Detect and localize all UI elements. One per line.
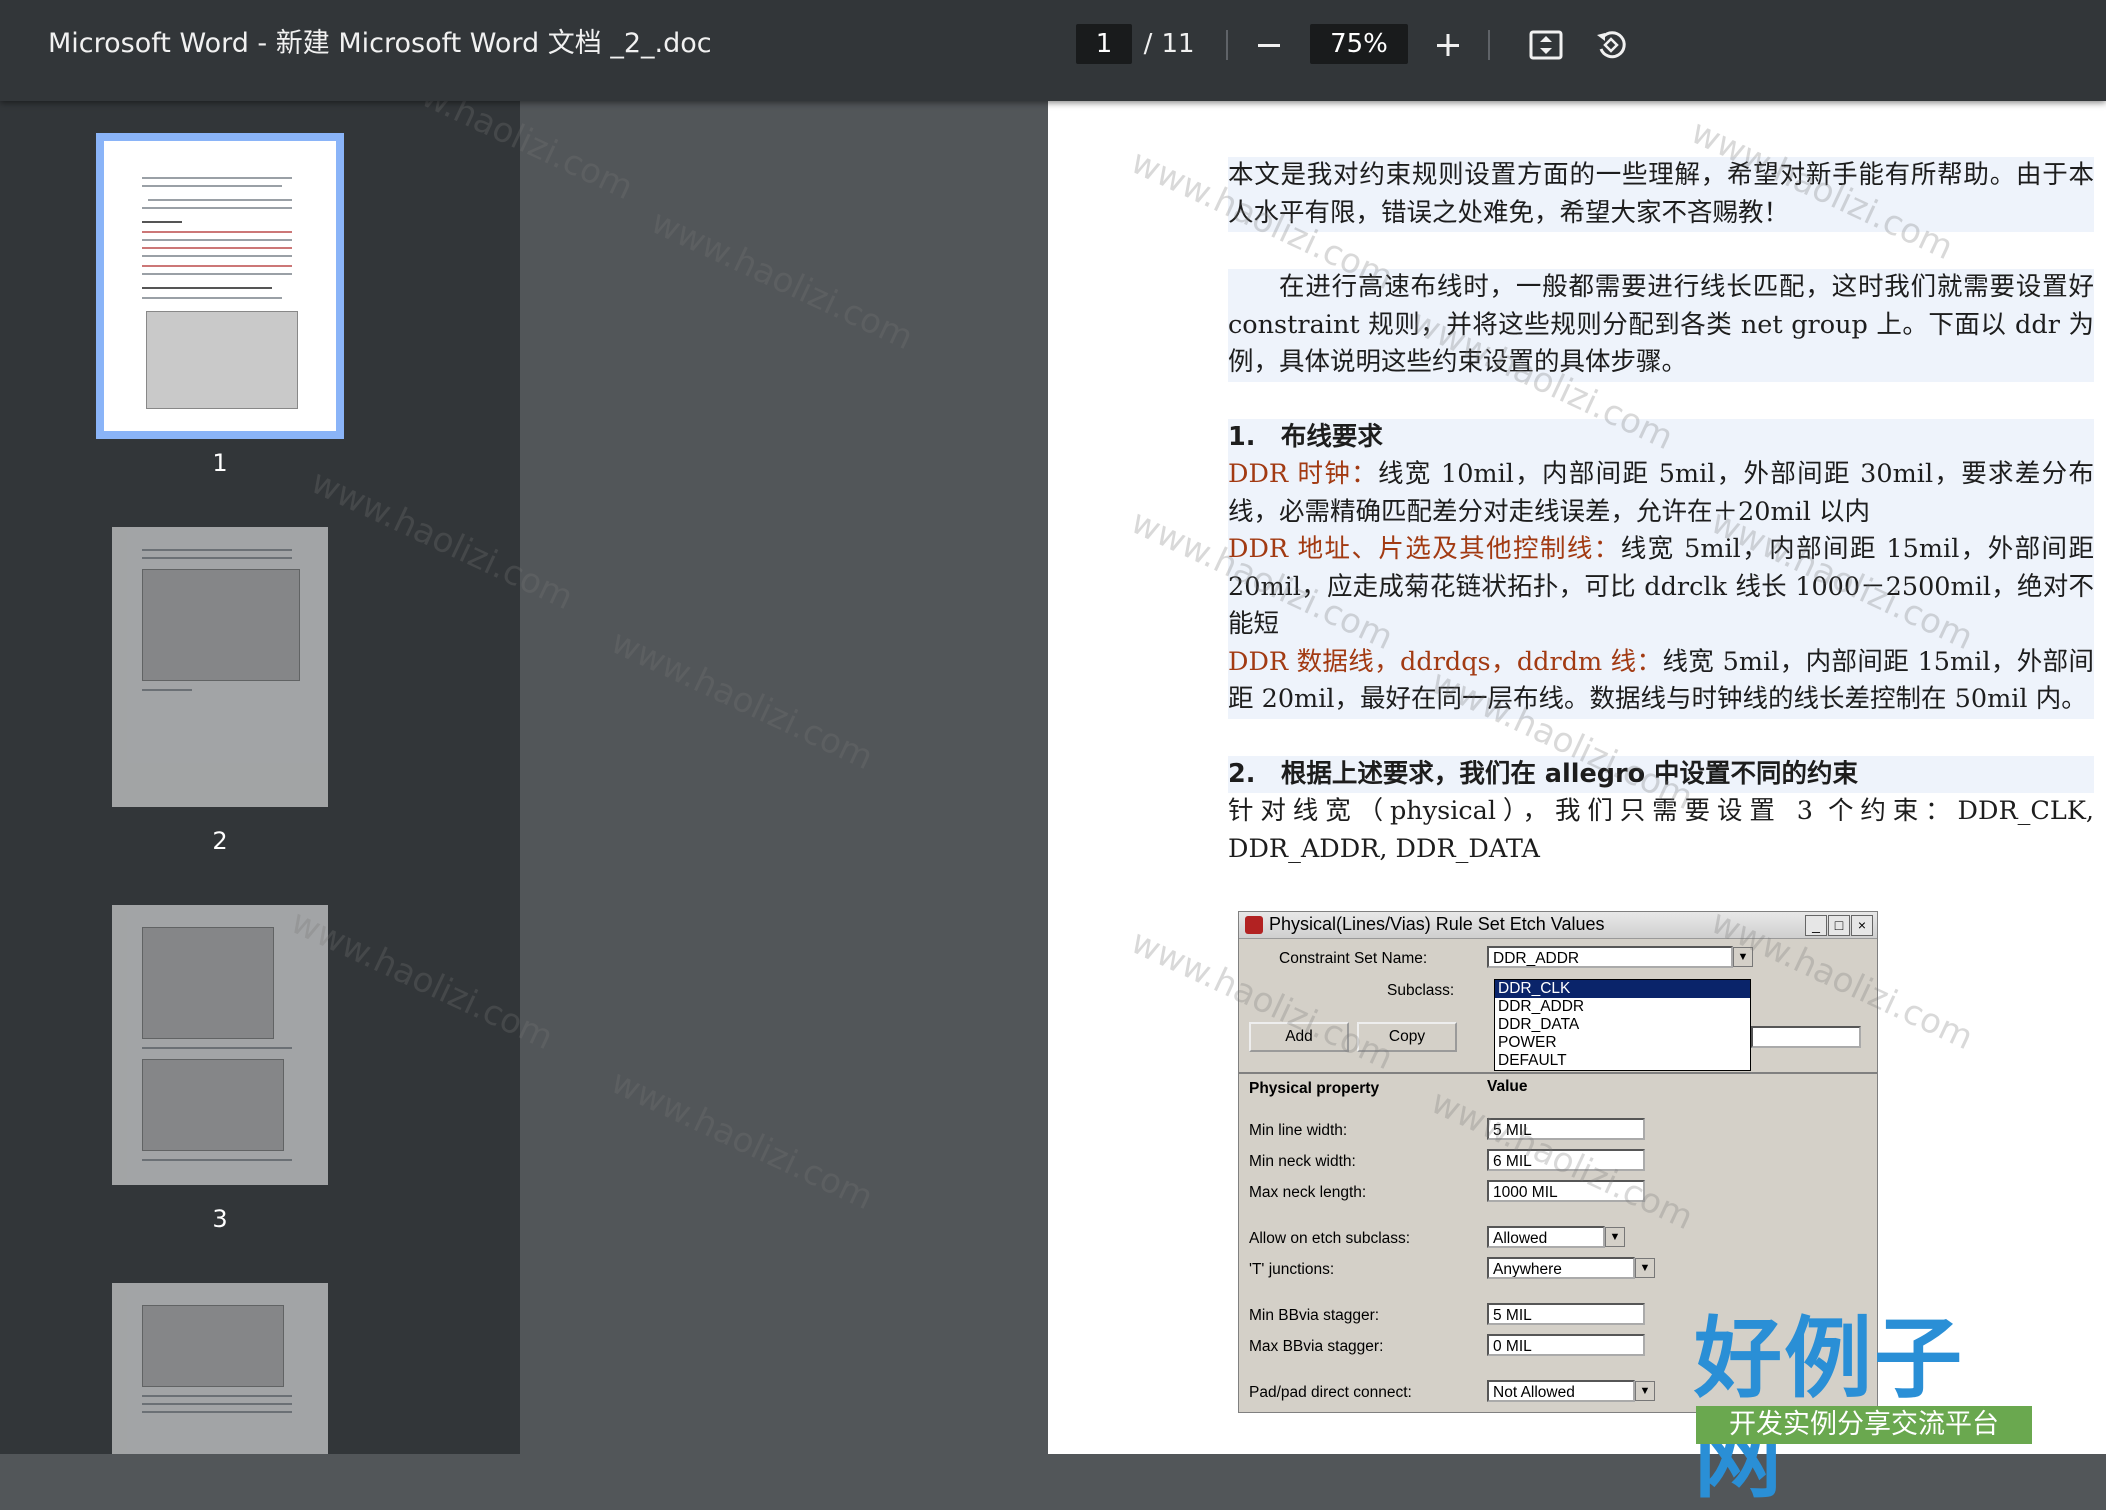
site-logo: 好例子网 开发实例分享交流平台 (1694, 1308, 2034, 1508)
page-content: 本文是我对约束规则设置方面的一些理解，希望对新手能有所帮助。由于本人水平有限，错… (1228, 157, 2094, 868)
constraint-set-field: DDR_ADDR (1487, 946, 1733, 968)
logo-sub-text: 开发实例分享交流平台 (1696, 1406, 2032, 1444)
property-label: Allow on etch subclass: (1249, 1230, 1411, 1247)
ddr-address-requirement: DDR 地址、片选及其他控制线：线宽 5mil，内部间距 15mil，外部间距 … (1228, 531, 2094, 644)
current-page-input[interactable]: 1 (1076, 24, 1132, 64)
intro-paragraph: 本文是我对约束规则设置方面的一些理解，希望对新手能有所帮助。由于本人水平有限，错… (1228, 157, 2094, 232)
thumbnail-page-1[interactable] (96, 133, 344, 439)
dialog-separator (1239, 1072, 1877, 1074)
property-value: 1000 MIL (1487, 1180, 1645, 1202)
constraint-set-label: Constraint Set Name: (1279, 950, 1428, 967)
zoom-out-button[interactable] (1246, 22, 1292, 68)
column-header-property: Physical property (1249, 1080, 1380, 1097)
dropdown-option: POWER (1498, 1034, 1557, 1051)
heading-allegro-constraints: 2. 根据上述要求，我们在 allegro 中设置不同的约束 (1228, 755, 2094, 793)
toolbar-divider (1226, 30, 1228, 60)
chevron-down-icon: ▼ (1605, 1227, 1625, 1247)
dropdown-option: DDR_CLK (1495, 980, 1750, 998)
ddr-clock-label: DDR 时钟： (1228, 459, 1378, 489)
plus-icon (1437, 34, 1459, 56)
toolbar-divider (1488, 30, 1490, 60)
column-header-value: Value (1487, 1078, 1528, 1095)
thumbnail-sidebar: 1 2 3 4 (0, 101, 520, 1454)
minus-icon (1258, 44, 1280, 47)
ddr-data-requirement: DDR 数据线，ddrdqs，ddrdm 线：线宽 5mil，内部间距 15mi… (1228, 643, 2094, 719)
thumbnail-label-1: 1 (212, 449, 228, 477)
zoom-input[interactable]: 75% (1310, 24, 1408, 64)
property-value: 5 MIL (1487, 1118, 1645, 1140)
dropdown-option: DEFAULT (1498, 1052, 1567, 1069)
property-value: 6 MIL (1487, 1149, 1645, 1171)
thumbnail-label-2: 2 (212, 827, 228, 855)
property-label: Min BBvia stagger: (1249, 1307, 1380, 1324)
document-title: Microsoft Word - 新建 Microsoft Word 文档 _2… (48, 28, 712, 59)
total-pages: 11 (1161, 29, 1195, 59)
property-label: Max neck length: (1249, 1184, 1367, 1201)
paragraph-overview: 在进行高速布线时，一般都需要进行线长匹配，这时我们就需要设置好 constrai… (1228, 269, 2094, 382)
constraint-set-dropdown-list: DDR_CLK DDR_ADDR DDR_DATA POWER DEFAULT (1494, 979, 1751, 1071)
chevron-down-icon: ▼ (1733, 947, 1753, 967)
app-icon (1245, 916, 1263, 934)
thumbnail-page-4[interactable] (112, 1283, 328, 1454)
fit-to-page-button[interactable] (1523, 22, 1569, 68)
ddr-clock-requirement: DDR 时钟：线宽 10mil，内部间距 5mil，外部间距 30mil，要求差… (1228, 456, 2094, 531)
thumbnail-page-3[interactable] (112, 905, 328, 1185)
dropdown-option: DDR_DATA (1498, 1016, 1580, 1033)
ddr-address-label: DDR 地址、片选及其他控制线： (1228, 534, 1621, 564)
dialog-title: Physical(Lines/Vias) Rule Set Etch Value… (1269, 914, 1605, 934)
dropdown-option: DDR_ADDR (1498, 998, 1585, 1015)
property-label: Max BBvia stagger: (1249, 1338, 1384, 1355)
fit-to-page-icon (1529, 30, 1563, 60)
close-icon: × (1851, 915, 1873, 936)
chevron-down-icon: ▼ (1635, 1381, 1655, 1401)
property-label: Min neck width: (1249, 1153, 1356, 1170)
thumbnail-page-2[interactable] (112, 527, 328, 807)
property-value: Not Allowed (1487, 1380, 1635, 1402)
name-field (1751, 1026, 1861, 1048)
property-value: Allowed (1487, 1226, 1605, 1248)
thumbnail-label-3: 3 (212, 1205, 228, 1233)
pdf-toolbar: Microsoft Word - 新建 Microsoft Word 文档 _2… (0, 0, 2106, 101)
property-value: 5 MIL (1487, 1303, 1645, 1325)
rotate-icon (1597, 31, 1626, 59)
copy-button: Copy (1357, 1022, 1457, 1052)
rotate-button[interactable] (1588, 22, 1634, 68)
zoom-in-button[interactable] (1425, 22, 1471, 68)
property-value: 0 MIL (1487, 1334, 1645, 1356)
ddr-data-label: DDR 数据线，ddrdqs，ddrdm 线： (1228, 646, 1663, 677)
property-label: Pad/pad direct connect: (1249, 1384, 1412, 1401)
property-label: 'T' junctions: (1249, 1261, 1335, 1278)
heading-routing-requirements: 1. 布线要求 (1228, 418, 2094, 456)
minimize-icon: _ (1805, 915, 1827, 936)
add-button: Add (1249, 1022, 1349, 1052)
property-label: Min line width: (1249, 1122, 1348, 1139)
document-page: 本文是我对约束规则设置方面的一些理解，希望对新手能有所帮助。由于本人水平有限，错… (1048, 101, 2106, 1454)
maximize-icon: □ (1828, 915, 1850, 936)
property-value: Anywhere (1487, 1257, 1635, 1279)
subclass-label: Subclass: (1387, 982, 1455, 999)
dialog-titlebar: Physical(Lines/Vias) Rule Set Etch Value… (1239, 912, 1877, 939)
paragraph-physical: 针对线宽（physical），我们只需要设置 3 个约束：DDR_CLK, DD… (1228, 796, 2094, 864)
chevron-down-icon: ▼ (1635, 1258, 1655, 1278)
document-viewer[interactable]: 本文是我对约束规则设置方面的一些理解，希望对新手能有所帮助。由于本人水平有限，错… (520, 101, 2106, 1454)
